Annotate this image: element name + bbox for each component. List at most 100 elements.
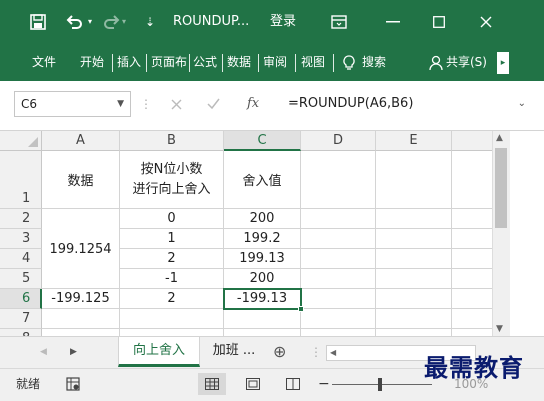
page-layout-view-icon[interactable] — [246, 378, 260, 390]
cell-d6[interactable] — [301, 289, 376, 309]
cell-d8[interactable] — [301, 329, 376, 336]
cancel-icon[interactable] — [171, 99, 182, 110]
scroll-left-icon[interactable]: ◀ — [330, 346, 336, 360]
row-header-1[interactable]: 1 — [0, 151, 42, 209]
scroll-up-icon[interactable]: ▲ — [496, 133, 503, 143]
page-break-view-icon[interactable] — [286, 378, 300, 390]
tab-file[interactable]: 文件 — [32, 44, 56, 81]
cell-d2[interactable] — [301, 209, 376, 229]
cell-e8[interactable] — [376, 329, 452, 336]
search-tell-me[interactable]: 搜索 — [362, 44, 386, 81]
tab-insert[interactable]: 插入 — [117, 44, 141, 81]
cell-e5[interactable] — [376, 269, 452, 289]
ribbon-display-options-icon[interactable] — [331, 15, 347, 29]
lightbulb-icon[interactable] — [343, 55, 355, 71]
cell-d4[interactable] — [301, 249, 376, 269]
tab-page-layout[interactable]: 页面布 — [151, 44, 187, 81]
chevron-down-icon[interactable]: ▼ — [117, 92, 124, 116]
cell-a1[interactable]: 数据 — [42, 151, 120, 209]
cell-c2[interactable]: 200 — [224, 209, 301, 229]
ribbon-overflow-button[interactable]: ▸ — [497, 52, 509, 74]
cell-c7[interactable] — [224, 309, 301, 329]
scroll-tabs-left-icon[interactable]: ◀ — [40, 337, 47, 367]
zoom-slider-thumb[interactable] — [378, 378, 382, 391]
tab-home[interactable]: 开始 — [80, 44, 104, 81]
column-header-d[interactable]: D — [301, 131, 376, 151]
cell-c3[interactable]: 199.2 — [224, 229, 301, 249]
cell-b6[interactable]: 2 — [120, 289, 224, 309]
cell-b3[interactable]: 1 — [120, 229, 224, 249]
cell-e3[interactable] — [376, 229, 452, 249]
zoom-out-button[interactable]: − — [318, 369, 330, 399]
cell-c8[interactable] — [224, 329, 301, 336]
row-header-7[interactable]: 7 — [0, 309, 42, 329]
tab-splitter-icon[interactable]: ⋮ — [310, 337, 322, 367]
tab-review[interactable]: 审阅 — [263, 44, 287, 81]
worksheet-grid[interactable]: A B C D E 1 2 3 4 5 6 7 8 数据 按N位小数 进行向上舍… — [0, 131, 510, 336]
sheet-tab-active[interactable]: 向上舍入 — [118, 337, 200, 367]
customize-qat-icon[interactable]: ⇣ — [145, 0, 155, 44]
tab-formulas[interactable]: 公式 — [193, 44, 217, 81]
save-icon[interactable] — [30, 14, 46, 30]
row-header-4[interactable]: 4 — [0, 249, 42, 269]
cell-e4[interactable] — [376, 249, 452, 269]
share-button[interactable]: 共享(S) — [446, 44, 487, 81]
row-header-2[interactable]: 2 — [0, 209, 42, 229]
enter-icon[interactable] — [207, 98, 220, 110]
formula-input[interactable]: =ROUNDUP(A6,B6) ⌄ — [282, 91, 530, 117]
undo-icon[interactable] — [66, 14, 84, 30]
cell-a7[interactable] — [42, 309, 120, 329]
row-header-8[interactable]: 8 — [0, 329, 42, 336]
sheet-tab-other[interactable]: 加班 ... — [204, 337, 264, 367]
cell-d7[interactable] — [301, 309, 376, 329]
maximize-icon[interactable] — [433, 16, 445, 28]
cell-c5[interactable]: 200 — [224, 269, 301, 289]
expand-formula-bar-icon[interactable]: ⌄ — [518, 91, 526, 117]
name-box[interactable]: C6 ▼ — [14, 91, 131, 117]
zoom-slider[interactable] — [332, 384, 432, 385]
minimize-icon[interactable] — [386, 21, 400, 23]
cell-c6[interactable]: -199.13 — [224, 289, 301, 309]
column-header-a[interactable]: A — [42, 131, 120, 151]
scroll-tabs-right-icon[interactable]: ▶ — [70, 337, 77, 367]
login-link[interactable]: 登录 — [270, 0, 296, 44]
close-icon[interactable] — [480, 16, 492, 28]
tab-view[interactable]: 视图 — [301, 44, 325, 81]
cell-b2[interactable]: 0 — [120, 209, 224, 229]
cell-a8[interactable] — [42, 329, 120, 336]
row-header-6[interactable]: 6 — [0, 289, 42, 309]
cell-d3[interactable] — [301, 229, 376, 249]
row-header-3[interactable]: 3 — [0, 229, 42, 249]
cell-d5[interactable] — [301, 269, 376, 289]
vertical-scroll-thumb[interactable] — [495, 148, 507, 228]
cell-c1[interactable]: 舍入值 — [224, 151, 301, 209]
column-header-e[interactable]: E — [376, 131, 452, 151]
tab-data[interactable]: 数据 — [227, 44, 251, 81]
row-header-5[interactable]: 5 — [0, 269, 42, 289]
cell-c4[interactable]: 199.13 — [224, 249, 301, 269]
normal-view-button[interactable] — [198, 373, 226, 395]
insert-function-icon[interactable]: fx — [247, 91, 259, 117]
cell-b4[interactable]: 2 — [120, 249, 224, 269]
macro-record-icon[interactable] — [66, 377, 80, 391]
cell-b7[interactable] — [120, 309, 224, 329]
cell-a2[interactable] — [42, 209, 120, 229]
cell-b5[interactable]: -1 — [120, 269, 224, 289]
cell-a5[interactable] — [42, 269, 120, 289]
cell-e2[interactable] — [376, 209, 452, 229]
person-icon[interactable] — [429, 55, 443, 71]
column-header-b[interactable]: B — [120, 131, 224, 151]
scroll-down-icon[interactable]: ▼ — [496, 324, 503, 334]
select-all-corner[interactable] — [0, 131, 42, 151]
cell-a6[interactable]: -199.125 — [42, 289, 120, 309]
cell-d1[interactable] — [301, 151, 376, 209]
cell-a3-a4-merged[interactable]: 199.1254 — [42, 229, 120, 269]
cell-e6[interactable] — [376, 289, 452, 309]
cell-b8[interactable] — [120, 329, 224, 336]
cell-e7[interactable] — [376, 309, 452, 329]
cell-e1[interactable] — [376, 151, 452, 209]
column-header-c[interactable]: C — [224, 131, 301, 151]
add-sheet-icon[interactable]: ⊕ — [273, 337, 286, 367]
cell-b1[interactable]: 按N位小数 进行向上舍入 — [120, 151, 224, 209]
undo-dropdown-icon[interactable]: ▾ — [88, 0, 92, 44]
